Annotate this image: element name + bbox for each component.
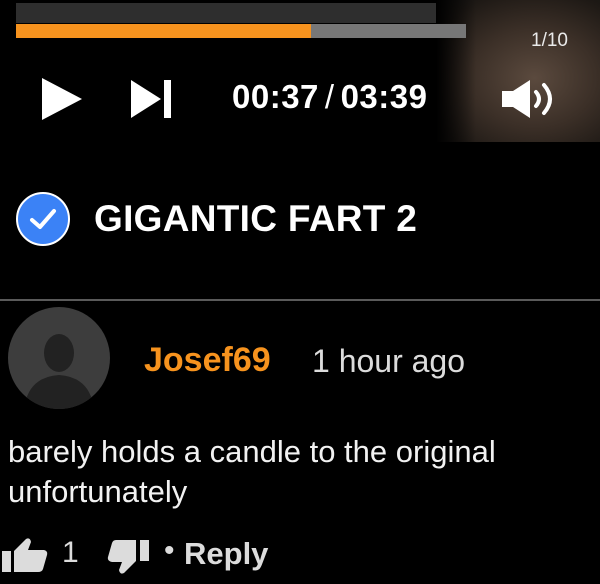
reply-button[interactable]: Reply <box>184 536 268 572</box>
skip-next-icon[interactable] <box>131 80 173 123</box>
comment-text: barely holds a candle to the original un… <box>8 434 496 509</box>
video-title: GIGANTIC FART 2 <box>94 198 418 239</box>
thumbs-down-icon[interactable] <box>106 540 154 579</box>
divider <box>0 299 600 301</box>
separator-dot: • <box>164 534 175 567</box>
play-icon[interactable] <box>42 78 82 125</box>
avatar[interactable] <box>8 307 110 409</box>
progress-bar[interactable] <box>16 24 466 38</box>
buffer-bar <box>16 3 436 23</box>
current-time: 00:37 <box>232 78 319 115</box>
duration: 03:39 <box>340 78 428 115</box>
video-player: 1/10 00:37/03:39 <box>0 0 600 150</box>
image-counter: 1/10 <box>531 30 568 51</box>
verified-check-icon <box>16 192 70 251</box>
progress-fill <box>16 24 311 38</box>
default-user-icon <box>24 334 94 409</box>
comment-timestamp: 1 hour ago <box>312 343 466 379</box>
comment-username[interactable]: Josef69 <box>144 341 271 380</box>
like-count: 1 <box>62 536 79 569</box>
time-separator: / <box>324 78 335 115</box>
thumbs-up-icon[interactable] <box>2 538 50 577</box>
time-display: 00:37/03:39 <box>232 78 427 116</box>
volume-icon[interactable] <box>502 80 562 123</box>
